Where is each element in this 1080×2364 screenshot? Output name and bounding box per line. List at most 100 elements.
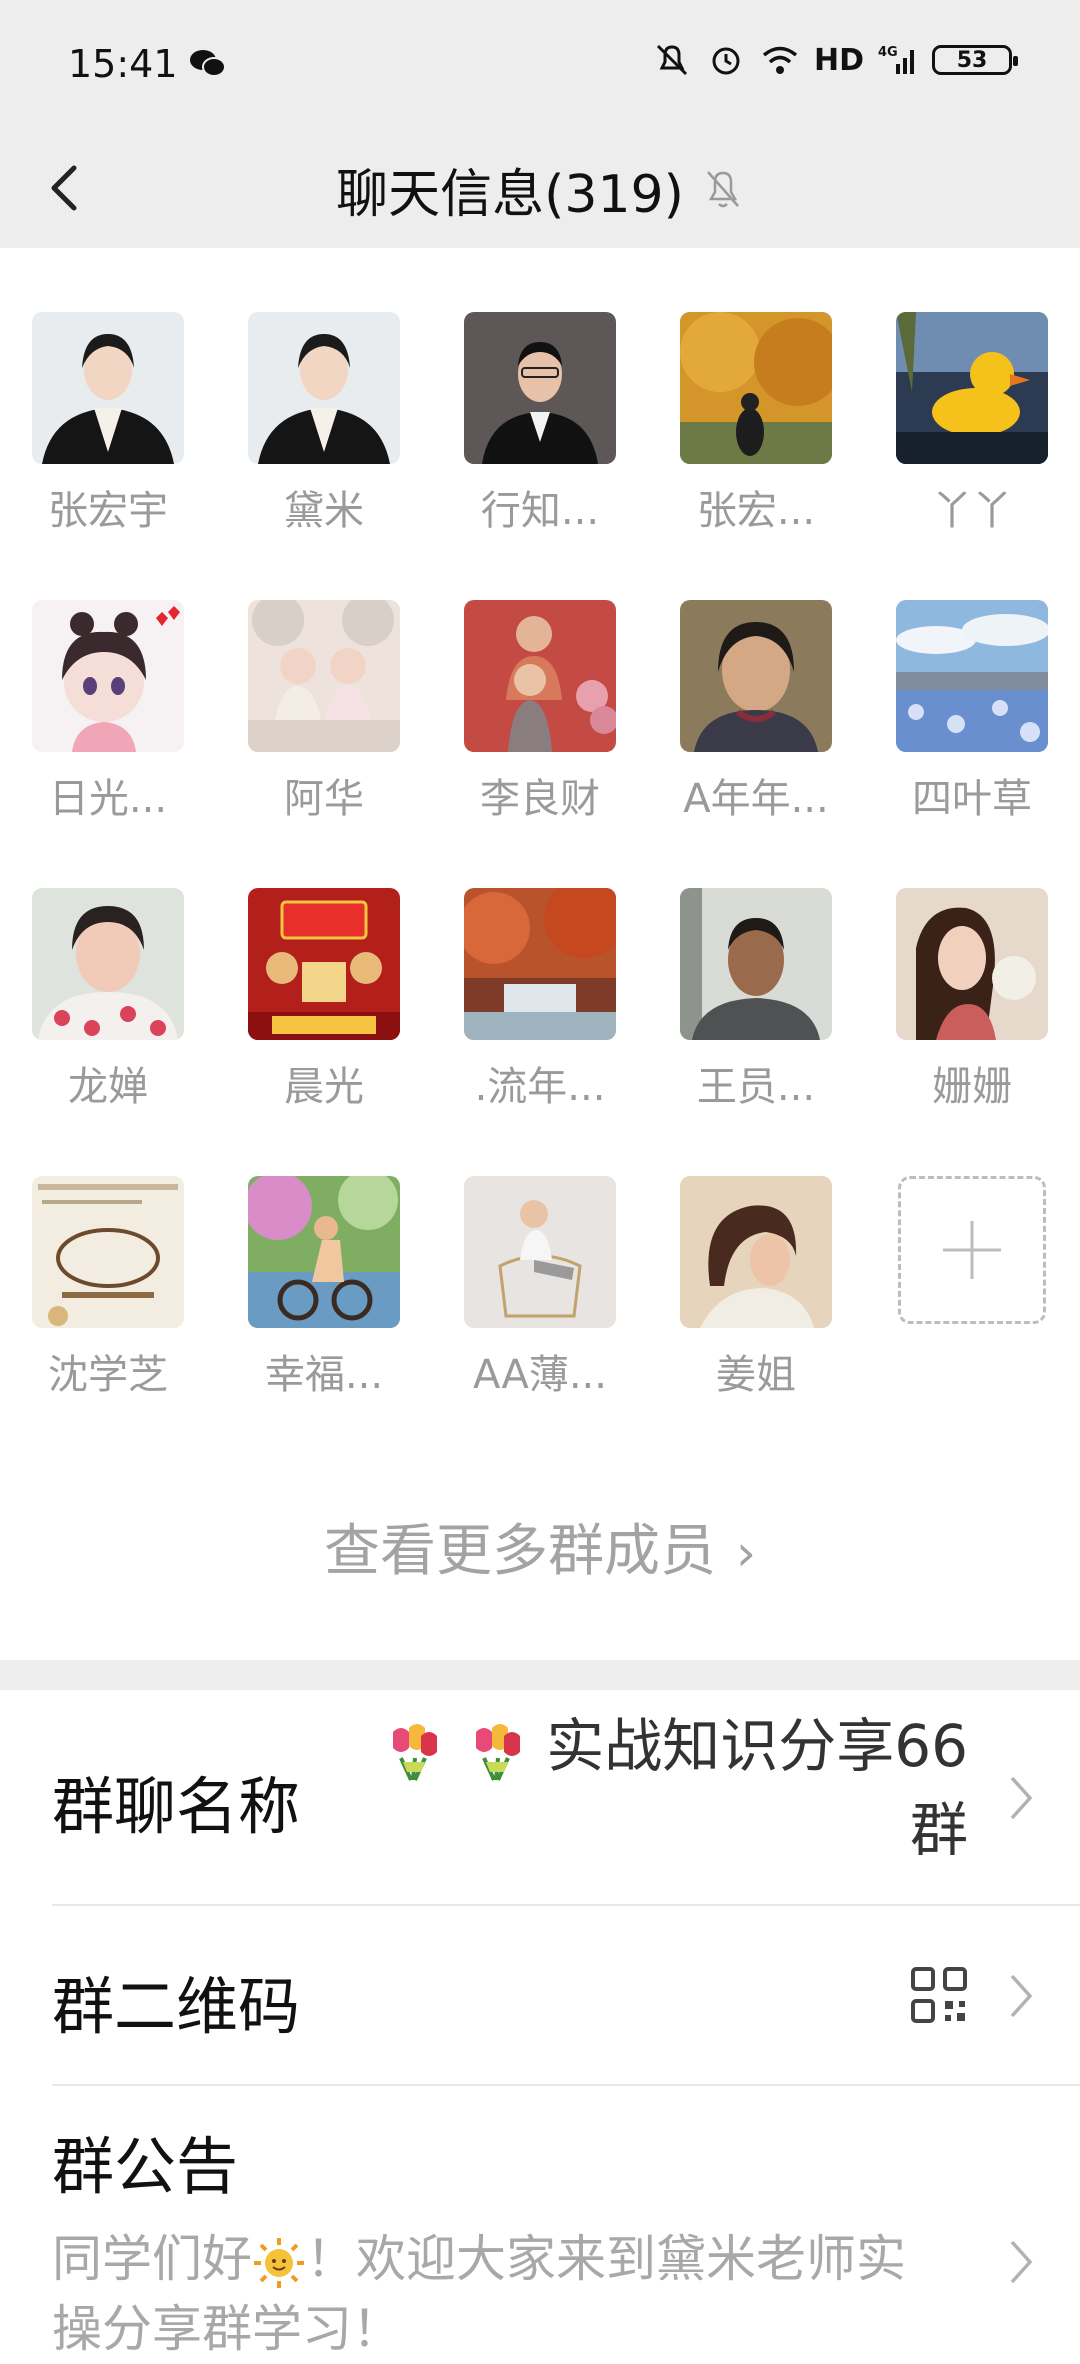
avatar [248,600,400,752]
group-notice-line2: 操分享群学习！ [52,2300,402,2358]
group-qr-row[interactable]: 群二维码 [0,1906,1080,2086]
avatar [248,312,400,464]
battery-indicator: 53 [932,45,1018,75]
avatar [680,600,832,752]
status-time: 15:41 [68,42,178,86]
view-more-members-label: 查看更多群成员 [324,1519,716,1584]
avatar [464,600,616,752]
alarm-icon [712,47,740,75]
member-item[interactable]: 丫丫 [872,312,1072,536]
avatar [32,888,184,1040]
avatar [248,888,400,1040]
mute-notification-icon [656,44,688,76]
member-item[interactable]: 张宏宇 [8,312,208,536]
member-name: 姜姐 [716,1352,796,1398]
group-notice-line1: 同学们好 ！欢迎大家来到黛米老师实 [52,2224,932,2294]
wechat-icon [190,50,226,77]
member-name: 张宏... [696,488,816,534]
page-title-text: 聊天信息(319) [336,164,684,225]
qr-code-icon [911,1967,967,2023]
group-name-row[interactable]: 群聊名称 实战知识分享66 群 [0,1690,1080,1906]
status-bar: 15:41 HD 4G 53 [0,0,1080,130]
member-item[interactable]: 姗姗 [872,888,1072,1112]
tulip-bouquet-icon [393,1723,438,1781]
avatar [680,1176,832,1328]
signal-icon: 4G [878,45,914,74]
members-grid: 张宏宇 黛米 行知... 张宏... 丫丫 日光... 阿华 李良财 A年年..… [0,248,1080,1660]
member-name: 龙婵 [68,1064,148,1110]
avatar [32,1176,184,1328]
member-name: 姗姗 [932,1064,1012,1110]
member-name: 日光... [48,776,168,822]
avatar [464,1176,616,1328]
member-name: 黛米 [284,488,364,534]
add-member-item[interactable] [872,1176,1072,1324]
mute-icon [706,171,739,208]
member-name: AA薄... [473,1352,607,1398]
add-member-button[interactable] [898,1176,1046,1324]
member-name: 幸福... [264,1352,384,1398]
group-qr-label: 群二维码 [52,1970,301,2043]
member-name: A年年... [683,776,829,822]
signal-label: 4G [878,45,898,60]
member-item[interactable]: .流年... [440,888,640,1112]
member-name: 李良财 [480,776,600,822]
member-item[interactable]: 龙婵 [8,888,208,1112]
member-item[interactable]: 黛米 [224,312,424,536]
avatar [464,312,616,464]
avatar [896,600,1048,752]
page-title: 聊天信息(319) [0,130,1080,248]
member-name: 阿华 [284,776,364,822]
member-name: 四叶草 [912,776,1032,822]
avatar [32,600,184,752]
member-item[interactable]: 王员... [656,888,856,1112]
avatar [896,312,1048,464]
member-item[interactable]: 幸福... [224,1176,424,1400]
member-item[interactable]: 张宏... [656,312,856,536]
wifi-icon [762,46,798,74]
avatar [896,888,1048,1040]
group-notice-text: 同学们好 ！欢迎大家来到黛米老师实 操分享群学习！ [52,2224,932,2364]
group-name-value: 实战知识分享66 群 [381,1704,968,1872]
member-item[interactable]: 姜姐 [656,1176,856,1400]
member-name: 王员... [696,1064,816,1110]
member-name: 行知... [480,488,600,534]
member-item[interactable]: 行知... [440,312,640,536]
chevron-right-icon: › [736,1524,756,1582]
member-item[interactable]: 晨光 [224,888,424,1112]
notice-greeting: 同学们好 [52,2230,252,2288]
member-item[interactable]: 沈学芝 [8,1176,208,1400]
group-name-text: 实战知识分享66 [546,1712,968,1780]
group-notice-row[interactable]: 群公告 同学们好 ！欢迎大家来到黛米老师实 操分享群学习！ [0,2086,1080,2358]
member-name: 晨光 [284,1064,364,1110]
nav-bar: 聊天信息(319) [0,130,1080,248]
chevron-right-icon [1010,1776,1033,1820]
add-member-icon [943,1221,1001,1279]
network-hd-label: HD [813,42,864,78]
group-name-line1: 实战知识分享66 [381,1704,968,1788]
member-item[interactable]: 日光... [8,600,208,824]
group-notice-label: 群公告 [52,2130,239,2203]
avatar [32,312,184,464]
avatar [464,888,616,1040]
chevron-right-icon [1010,2240,1033,2284]
tulip-bouquet-icon [475,1723,520,1781]
status-icons: HD 4G 53 [652,42,1018,78]
member-name: .流年... [474,1064,606,1110]
member-name: 丫丫 [932,488,1012,534]
member-item[interactable]: A年年... [656,600,856,824]
chevron-right-icon [1010,1974,1033,2018]
avatar [248,1176,400,1328]
group-name-line2: 群 [909,1796,968,1864]
notice-welcome: ！欢迎大家来到黛米老师实 [306,2230,906,2288]
view-more-members[interactable]: 查看更多群成员 › [0,1506,1080,1587]
member-name: 沈学芝 [48,1352,168,1398]
section-divider [0,1660,1080,1690]
member-item[interactable]: 阿华 [224,600,424,824]
member-item[interactable]: AA薄... [440,1176,640,1400]
avatar [680,312,832,464]
member-item[interactable]: 李良财 [440,600,640,824]
member-name: 张宏宇 [48,488,168,534]
group-name-label: 群聊名称 [52,1770,301,1843]
member-item[interactable]: 四叶草 [872,600,1072,824]
